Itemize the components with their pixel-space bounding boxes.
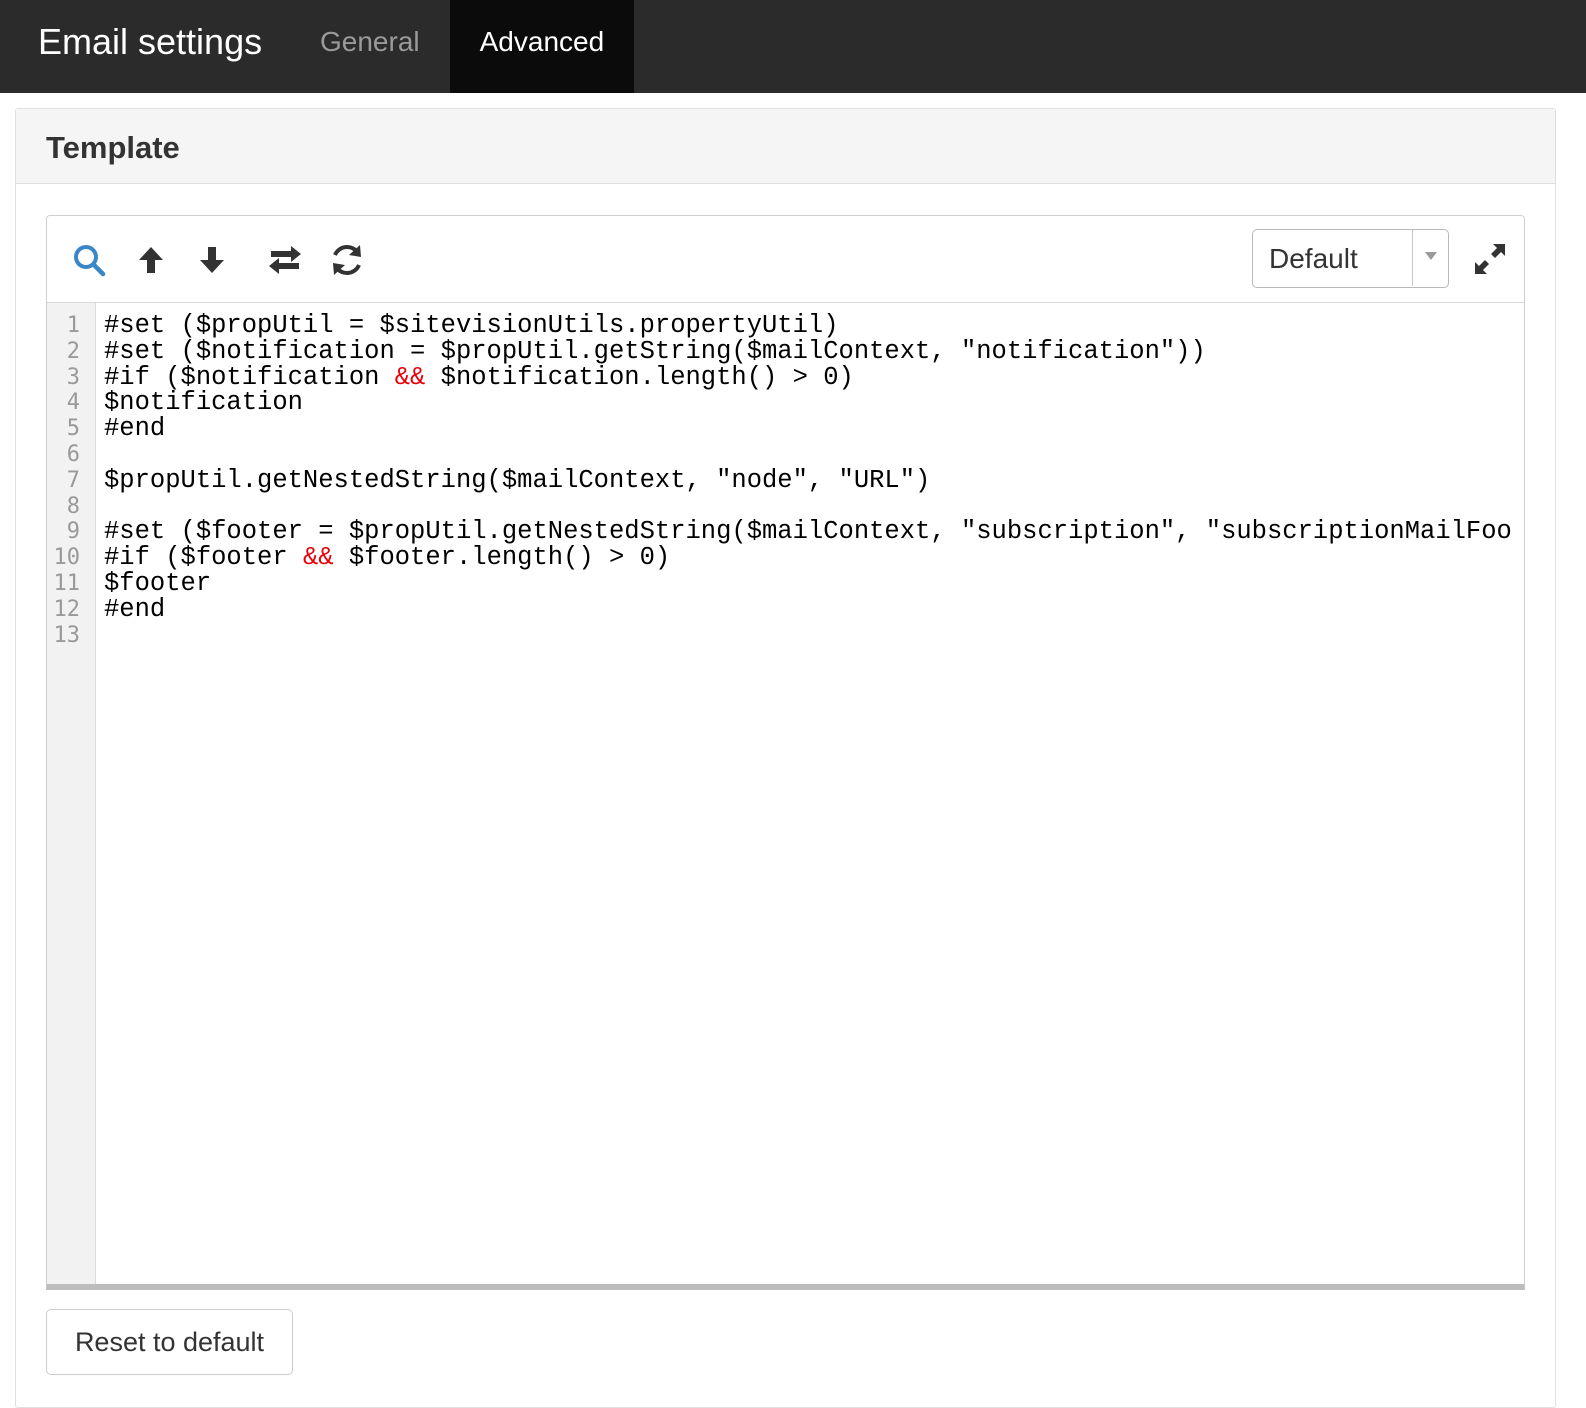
find-next-button[interactable] bbox=[192, 240, 232, 280]
line-number-gutter: 1 2 3 4 5 6 7 8 9 10 11 12 13 bbox=[47, 303, 96, 1284]
code-token: $notification bbox=[104, 388, 303, 418]
line-number: 8 bbox=[66, 493, 80, 519]
template-panel: Template Default 1 2 3 4 5 6 7 8 9 10 11… bbox=[15, 108, 1556, 1408]
line-number: 1 bbox=[66, 313, 80, 338]
arrow-up-icon bbox=[139, 247, 163, 273]
code-token: #set ($notification = $propUtil.getStrin… bbox=[104, 336, 1206, 366]
code-operator: && bbox=[394, 362, 426, 392]
page-title: Email settings bbox=[38, 21, 263, 62]
select-divider bbox=[1412, 230, 1413, 286]
code-line: #if ($notification && $notification.leng… bbox=[104, 362, 1524, 392]
code-token: #set ($footer = $propUtil.getNestedStrin… bbox=[104, 517, 1512, 547]
line-number: 11 bbox=[53, 570, 81, 596]
line-number: 2 bbox=[66, 338, 80, 364]
code-line: #if ($footer && $footer.length() > 0) bbox=[104, 545, 1524, 571]
refresh-button[interactable] bbox=[327, 240, 367, 280]
code-token: #if ($footer bbox=[104, 543, 303, 573]
line-number: 13 bbox=[53, 622, 81, 648]
editor-toolbar: Default bbox=[47, 216, 1524, 303]
code-line: #set ($propUtil = $sitevisionUtils.prope… bbox=[104, 313, 1524, 339]
panel-title: Template bbox=[16, 109, 1555, 184]
replace-button[interactable] bbox=[265, 240, 305, 280]
code-editor: Default 1 2 3 4 5 6 7 8 9 10 11 12 13 #set ($propUti… bbox=[46, 215, 1525, 1290]
fullscreen-button[interactable] bbox=[1470, 239, 1510, 279]
code-line: $footer bbox=[104, 571, 1524, 597]
tab-general[interactable]: General bbox=[290, 0, 450, 93]
code-operator: && bbox=[302, 543, 334, 573]
code-token: $footer.length() > 0) bbox=[333, 543, 671, 573]
theme-select[interactable]: Default bbox=[1252, 229, 1449, 288]
code-token: #set ($propUtil = $sitevisionUtils.prope… bbox=[104, 311, 839, 340]
code-token: $notification.length() > 0) bbox=[425, 362, 854, 392]
replace-icon bbox=[269, 246, 301, 274]
code-token: #if ($notification bbox=[104, 362, 395, 392]
line-number: 10 bbox=[53, 545, 81, 571]
code-token: #end bbox=[104, 594, 166, 624]
line-number: 5 bbox=[66, 416, 80, 442]
line-number: 12 bbox=[53, 596, 81, 622]
code-token: #end bbox=[104, 414, 166, 444]
line-number: 9 bbox=[66, 519, 80, 545]
code-line: #end bbox=[104, 416, 1524, 442]
line-number: 6 bbox=[66, 441, 80, 467]
theme-select-value: Default bbox=[1269, 243, 1358, 274]
expand-icon bbox=[1475, 244, 1505, 274]
top-bar: Email settings General Advanced bbox=[0, 0, 1586, 93]
arrow-down-icon bbox=[200, 247, 224, 273]
reset-to-default-button[interactable]: Reset to default bbox=[46, 1309, 293, 1375]
line-number: 7 bbox=[66, 467, 80, 493]
tab-advanced[interactable]: Advanced bbox=[449, 0, 635, 93]
search-icon bbox=[74, 245, 106, 277]
search-button[interactable] bbox=[69, 240, 109, 280]
code-text-area[interactable]: #set ($propUtil = $sitevisionUtils.prope… bbox=[96, 303, 1524, 1284]
code-line: #set ($notification = $propUtil.getStrin… bbox=[104, 336, 1524, 366]
line-number: 4 bbox=[66, 390, 80, 416]
code-token: $footer bbox=[104, 568, 212, 598]
code-line: #end bbox=[104, 594, 1524, 624]
code-token: $propUtil.getNestedString($mailContext, … bbox=[104, 465, 931, 495]
code-area: 1 2 3 4 5 6 7 8 9 10 11 12 13 #set ($propUtil = $sit… bbox=[47, 303, 1524, 1284]
code-line: $notification bbox=[104, 390, 1524, 416]
line-number: 3 bbox=[66, 364, 80, 390]
code-line: #set ($footer = $propUtil.getNestedStrin… bbox=[104, 519, 1524, 545]
find-previous-button[interactable] bbox=[131, 240, 171, 280]
chevron-down-icon bbox=[1425, 252, 1437, 260]
code-line: $propUtil.getNestedString($mailContext, … bbox=[104, 465, 1524, 495]
refresh-icon bbox=[333, 245, 361, 275]
